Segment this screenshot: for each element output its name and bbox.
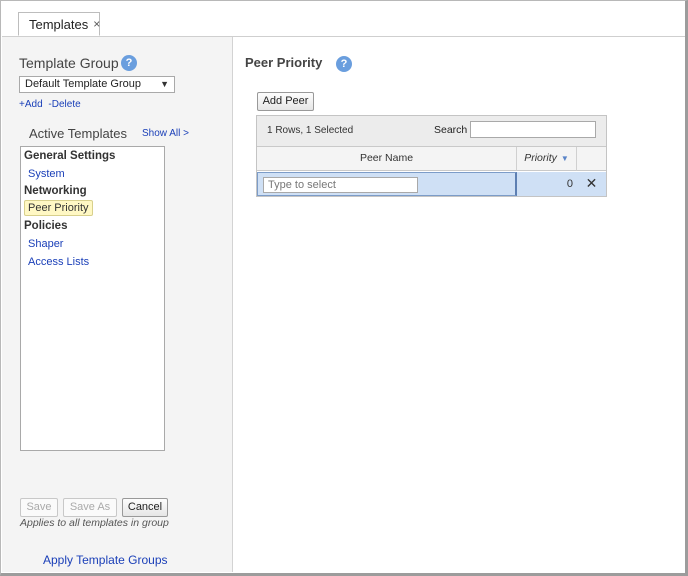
tab-templates[interactable]: Templates × (18, 12, 100, 36)
column-header-peer-name[interactable]: Peer Name (257, 147, 517, 171)
template-item-peer-priority[interactable]: Peer Priority (24, 200, 93, 216)
group-networking: Networking (24, 185, 87, 197)
template-item-shaper[interactable]: Shaper (28, 238, 63, 250)
priority-cell[interactable]: 0 (517, 172, 577, 196)
table-row[interactable]: Type to select 0 ✕ (257, 172, 606, 196)
cancel-button[interactable]: Cancel (122, 498, 168, 517)
help-icon[interactable]: ? (121, 55, 137, 71)
active-templates-list[interactable]: General Settings System Networking Peer … (20, 146, 165, 451)
tab-bar: Templates × (2, 2, 685, 37)
app-window: Templates × Template Group ? Default Tem… (0, 0, 688, 576)
group-actions: +Add -Delete (19, 99, 81, 110)
rows-info: 1 Rows, 1 Selected (267, 125, 354, 136)
peer-name-cell[interactable]: Type to select (257, 172, 517, 196)
template-group-select[interactable]: Default Template Group ▼ (19, 76, 175, 93)
add-group-link[interactable]: +Add (19, 99, 43, 110)
apply-template-groups-link[interactable]: Apply Template Groups (43, 553, 168, 567)
delete-group-link[interactable]: -Delete (48, 99, 80, 110)
active-templates-title: Active Templates (29, 126, 128, 141)
search-label: Search (434, 124, 468, 136)
main-panel: Peer Priority ? Add Peer 1 Rows, 1 Selec… (233, 37, 685, 572)
column-header-priority[interactable]: Priority ▼ (517, 147, 577, 171)
search-input[interactable] (470, 121, 596, 138)
column-header-label: Peer Name (359, 152, 414, 164)
table-toolbar: 1 Rows, 1 Selected Search (257, 116, 606, 147)
applies-note: Applies to all templates in group (20, 517, 169, 529)
peer-select-input[interactable]: Type to select (263, 177, 418, 193)
column-header-label: Priority (524, 152, 557, 164)
page-title: Peer Priority (245, 55, 323, 70)
column-header-actions (577, 147, 606, 171)
add-peer-button[interactable]: Add Peer (257, 92, 314, 111)
save-button[interactable]: Save (20, 498, 58, 517)
template-group-selected: Default Template Group (25, 78, 141, 90)
group-general-settings: General Settings (24, 150, 116, 162)
peer-priority-table: 1 Rows, 1 Selected Search Peer Name Prio… (256, 115, 607, 197)
template-item-system[interactable]: System (28, 168, 65, 180)
left-panel: Template Group ? Default Template Group … (2, 37, 233, 572)
tab-label: Templates (29, 16, 89, 32)
dropdown-arrow-icon: ▼ (160, 79, 169, 89)
delete-row-icon[interactable]: ✕ (577, 172, 606, 196)
template-item-access-lists[interactable]: Access Lists (28, 256, 89, 268)
group-policies: Policies (24, 220, 68, 232)
help-icon[interactable]: ? (336, 56, 352, 72)
sort-descending-icon: ▼ (560, 154, 569, 163)
close-icon[interactable]: × (93, 17, 100, 31)
show-all-link[interactable]: Show All > (142, 128, 189, 139)
save-as-button[interactable]: Save As (63, 498, 117, 517)
template-group-title: Template Group (19, 55, 119, 71)
